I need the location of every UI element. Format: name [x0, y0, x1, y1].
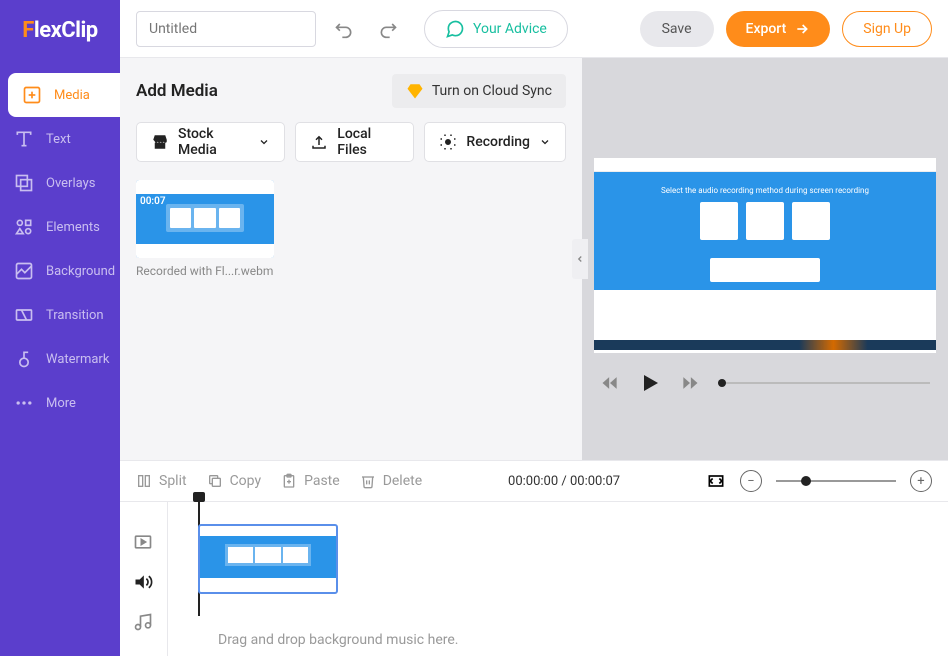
split-button[interactable]: Split	[136, 473, 187, 489]
sidebar-item-more[interactable]: More	[0, 381, 120, 425]
your-advice-button[interactable]: Your Advice	[424, 10, 568, 48]
preview-scrubber[interactable]	[718, 382, 930, 384]
local-files-button[interactable]: Local Files	[295, 122, 414, 162]
chevron-down-icon	[258, 136, 270, 148]
paste-button[interactable]: Paste	[281, 473, 340, 489]
sidebar-item-label: Watermark	[46, 352, 109, 367]
sidebar-item-label: Text	[46, 132, 71, 147]
project-title-input[interactable]	[136, 11, 316, 47]
sidebar: FlexClip Media Text Overlays	[0, 0, 120, 656]
cloud-sync-button[interactable]: Turn on Cloud Sync	[392, 74, 566, 108]
media-item-name: Recorded with Fl...r.webm	[136, 264, 274, 278]
collapse-panel-button[interactable]	[572, 239, 588, 279]
media-panel-title: Add Media	[136, 81, 218, 101]
store-icon	[151, 133, 169, 151]
delete-button[interactable]: Delete	[360, 473, 422, 489]
preview-panel: Select the audio recording method during…	[582, 58, 948, 460]
watermark-icon	[14, 349, 34, 369]
more-icon	[14, 393, 34, 413]
recording-button[interactable]: Recording	[424, 122, 566, 162]
sidebar-item-background[interactable]: Background	[0, 249, 120, 293]
zoom-in-button[interactable]: +	[910, 470, 932, 492]
timeline-time: 00:00:00 / 00:00:07	[508, 474, 620, 489]
redo-button[interactable]	[372, 13, 404, 45]
chat-icon	[445, 19, 465, 39]
sidebar-item-transition[interactable]: Transition	[0, 293, 120, 337]
fit-button[interactable]	[706, 471, 726, 491]
chevron-down-icon	[539, 136, 551, 148]
music-drop-hint: Drag and drop background music here.	[218, 632, 458, 648]
sidebar-item-label: Background	[46, 264, 115, 279]
play-button[interactable]	[638, 371, 662, 395]
zoom-slider[interactable]	[776, 480, 896, 482]
transition-icon	[14, 305, 34, 325]
topbar: Your Advice Save Export Sign Up	[120, 0, 948, 58]
media-item[interactable]: 00:07 Recorded with Fl...r.webm	[136, 180, 274, 278]
sidebar-item-watermark[interactable]: Watermark	[0, 337, 120, 381]
audio-track-icon[interactable]	[133, 572, 155, 594]
sidebar-item-label: Media	[54, 88, 90, 103]
sidebar-item-label: More	[46, 396, 76, 411]
sidebar-item-text[interactable]: Text	[0, 117, 120, 161]
text-icon	[14, 129, 34, 149]
zoom-out-button[interactable]: −	[740, 470, 762, 492]
media-thumbnail: 00:07	[136, 180, 274, 258]
timeline-toolbar: Split Copy Paste Delete 00:00:00 / 00:00…	[120, 460, 948, 502]
timeline-clip[interactable]	[198, 524, 338, 594]
overlays-icon	[14, 173, 34, 193]
music-track-icon[interactable]	[133, 612, 155, 634]
sidebar-item-label: Elements	[46, 220, 100, 235]
background-icon	[14, 261, 34, 281]
media-panel: Add Media Turn on Cloud Sync Stock Media	[120, 58, 582, 460]
sidebar-item-overlays[interactable]: Overlays	[0, 161, 120, 205]
sidebar-item-label: Overlays	[46, 176, 95, 191]
diamond-icon	[406, 82, 424, 100]
stock-media-button[interactable]: Stock Media	[136, 122, 285, 162]
preview-canvas[interactable]: Select the audio recording method during…	[594, 158, 936, 353]
elements-icon	[14, 217, 34, 237]
export-button[interactable]: Export	[726, 11, 831, 47]
arrow-right-icon	[794, 21, 810, 37]
rewind-button[interactable]	[600, 373, 620, 393]
sidebar-item-media[interactable]: Media	[8, 73, 120, 117]
media-icon	[22, 85, 42, 105]
save-button[interactable]: Save	[640, 11, 714, 47]
logo[interactable]: FlexClip	[0, 0, 120, 61]
sidebar-item-elements[interactable]: Elements	[0, 205, 120, 249]
copy-button[interactable]: Copy	[207, 473, 262, 489]
upload-icon	[310, 133, 328, 151]
signup-button[interactable]: Sign Up	[842, 11, 932, 47]
video-track-icon[interactable]	[133, 532, 155, 554]
record-icon	[439, 133, 457, 151]
undo-button[interactable]	[328, 13, 360, 45]
timeline-tracks[interactable]: Drag and drop background music here.	[168, 502, 948, 656]
timeline: Drag and drop background music here.	[120, 502, 948, 656]
sidebar-item-label: Transition	[46, 308, 104, 323]
forward-button[interactable]	[680, 373, 700, 393]
